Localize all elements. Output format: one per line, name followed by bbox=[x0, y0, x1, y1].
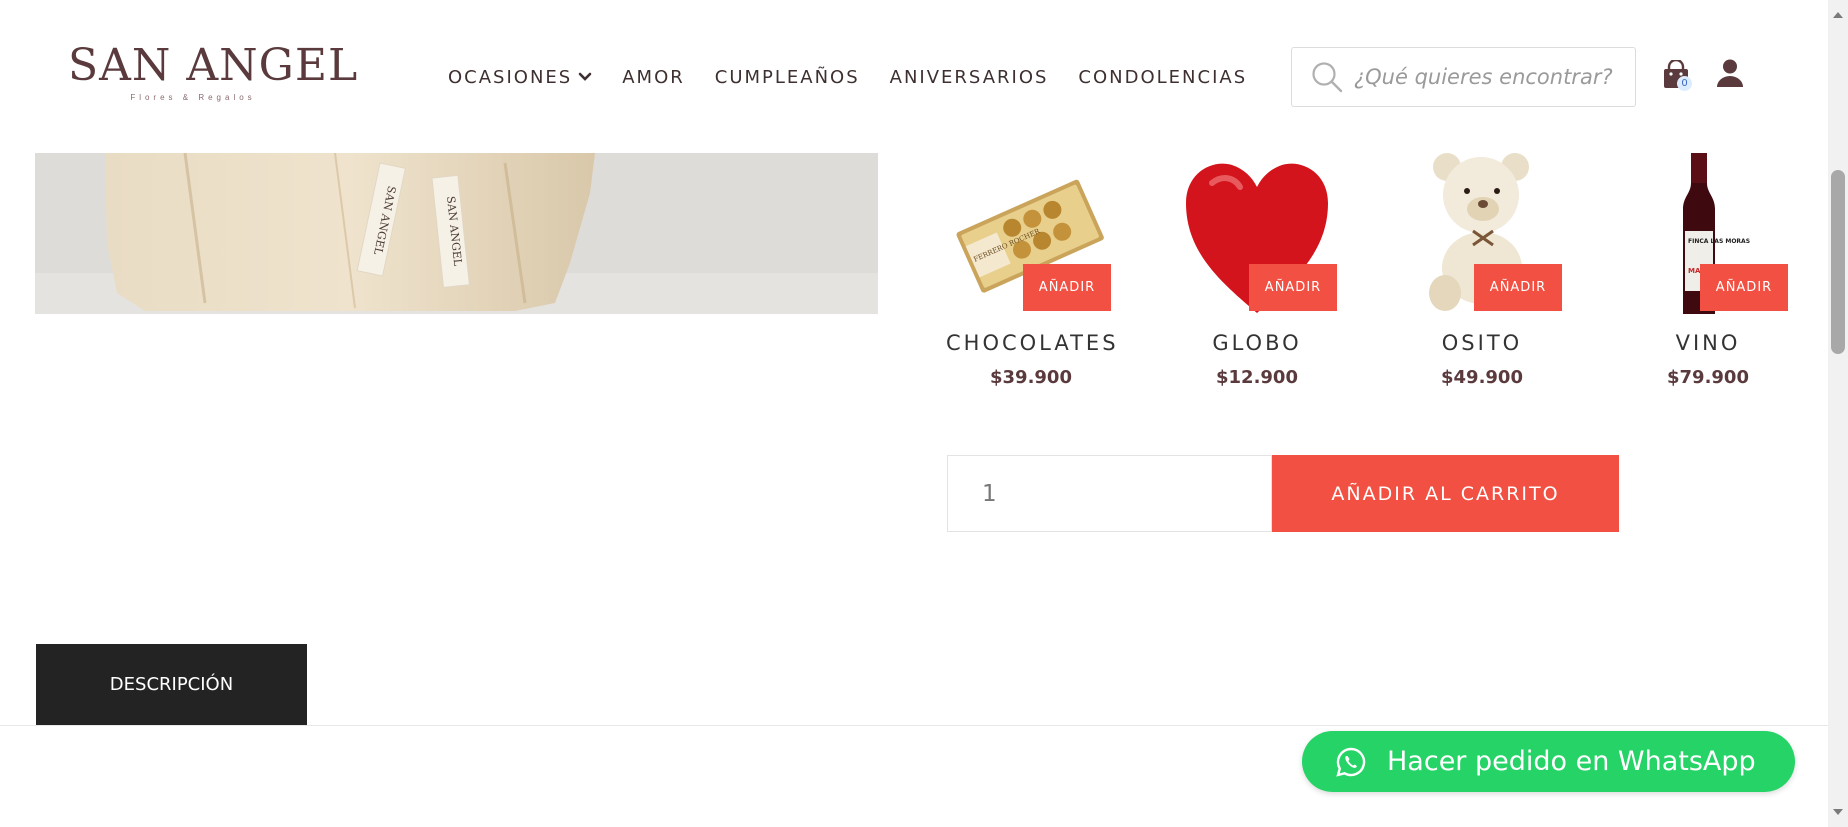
search-box[interactable] bbox=[1291, 47, 1636, 107]
addon-name: VINO bbox=[1675, 331, 1741, 355]
main-nav: OCASIONES AMOR CUMPLEAÑOS ANIVERSARIOS C… bbox=[448, 64, 1277, 90]
nav-item-label: AMOR bbox=[622, 66, 685, 88]
wine-label-text: FINCA LAS MORAS bbox=[1688, 238, 1750, 245]
addon-product-chocolates: FERRERO ROCHER AÑADIR CHOCOLATES $39.900 bbox=[946, 153, 1116, 393]
tab-description[interactable]: DESCRIPCIÓN bbox=[36, 644, 307, 725]
chevron-down-icon bbox=[578, 72, 592, 82]
tab-label: DESCRIPCIÓN bbox=[109, 674, 234, 695]
scroll-down-arrow-icon[interactable] bbox=[1832, 806, 1844, 818]
add-addon-button[interactable]: AÑADIR bbox=[1023, 264, 1111, 311]
addon-product-globo: AÑADIR GLOBO $12.900 bbox=[1172, 153, 1342, 393]
section-divider bbox=[0, 725, 1828, 726]
nav-item-ocasiones[interactable]: OCASIONES bbox=[448, 67, 592, 88]
addon-name: OSITO bbox=[1441, 331, 1523, 355]
nav-item-cumpleanos[interactable]: CUMPLEAÑOS bbox=[715, 67, 860, 88]
add-addon-button[interactable]: AÑADIR bbox=[1249, 264, 1337, 311]
addon-price: $79.900 bbox=[1667, 367, 1749, 388]
nav-item-amor[interactable]: AMOR bbox=[622, 67, 685, 88]
logo-tagline: Flores & Regalos bbox=[130, 93, 256, 102]
addon-name: GLOBO bbox=[1212, 331, 1302, 355]
add-to-cart-button[interactable]: AÑADIR AL CARRITO bbox=[1272, 455, 1619, 532]
quantity-input[interactable] bbox=[947, 455, 1272, 532]
scrollbar-thumb[interactable] bbox=[1831, 170, 1845, 354]
add-addon-button[interactable]: AÑADIR bbox=[1700, 264, 1788, 311]
add-addon-button[interactable]: AÑADIR bbox=[1474, 264, 1562, 311]
addon-price: $49.900 bbox=[1441, 367, 1523, 388]
nav-item-aniversarios[interactable]: ANIVERSARIOS bbox=[890, 67, 1049, 88]
whatsapp-icon bbox=[1335, 746, 1367, 778]
user-icon bbox=[1716, 59, 1744, 92]
logo-text: SAN ANGEL bbox=[68, 40, 359, 91]
addon-product-vino: FINCA LAS MORAS MAL AÑADIR VINO $79.900 bbox=[1623, 153, 1793, 393]
search-icon[interactable] bbox=[1310, 60, 1344, 94]
nav-item-label: ANIVERSARIOS bbox=[889, 66, 1049, 88]
scroll-up-arrow-icon[interactable] bbox=[1832, 9, 1844, 21]
addon-product-osito: AÑADIR OSITO $49.900 bbox=[1397, 153, 1567, 393]
nav-item-label: OCASIONES bbox=[448, 66, 573, 88]
cart-button[interactable]: 0 bbox=[1662, 58, 1692, 94]
addon-price: $12.900 bbox=[1216, 367, 1298, 388]
page-scrollbar[interactable] bbox=[1828, 0, 1848, 827]
account-button[interactable] bbox=[1716, 58, 1746, 92]
addon-price: $39.900 bbox=[990, 367, 1072, 388]
cart-count-badge: 0 bbox=[1677, 76, 1692, 91]
nav-item-condolencias[interactable]: CONDOLENCIAS bbox=[1078, 67, 1247, 88]
nav-item-label: CONDOLENCIAS bbox=[1078, 66, 1248, 88]
site-logo[interactable]: SAN ANGEL Flores & Regalos bbox=[68, 40, 359, 106]
whatsapp-label: Hacer pedido en WhatsApp bbox=[1387, 746, 1756, 777]
product-image: SAN ANGEL SAN ANGEL bbox=[35, 153, 878, 314]
whatsapp-order-button[interactable]: Hacer pedido en WhatsApp bbox=[1302, 731, 1795, 792]
nav-item-label: CUMPLEAÑOS bbox=[714, 66, 860, 88]
gift-wrap-illustration: SAN ANGEL SAN ANGEL bbox=[35, 153, 878, 314]
search-input[interactable] bbox=[1354, 65, 1634, 89]
addon-name: CHOCOLATES bbox=[946, 331, 1119, 355]
site-header: SAN ANGEL Flores & Regalos OCASIONES AMO… bbox=[0, 0, 1828, 153]
